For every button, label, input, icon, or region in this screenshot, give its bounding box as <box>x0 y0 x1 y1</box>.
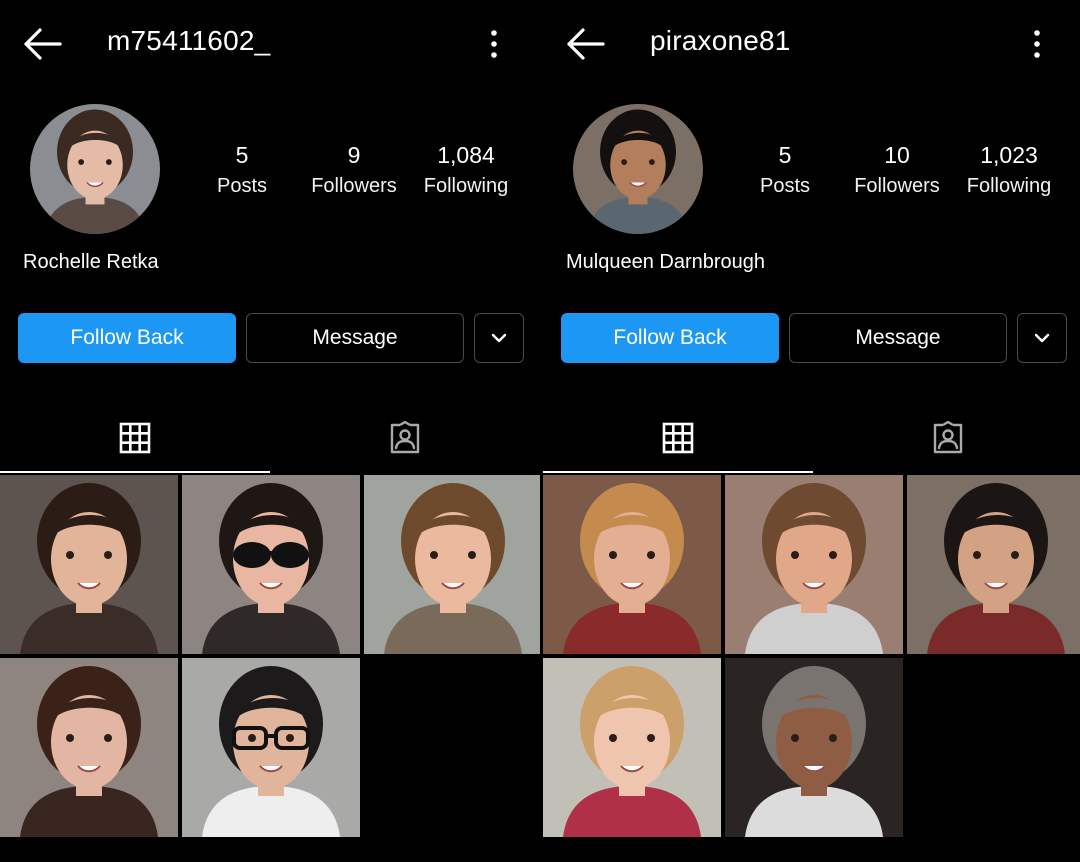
top-bar: m75411602_ <box>0 0 540 88</box>
post-thumbnail[interactable] <box>543 658 721 837</box>
profile-tabs <box>543 405 1080 473</box>
tagged-person-icon <box>933 421 963 454</box>
chevron-down-icon <box>1034 333 1050 343</box>
grid-icon <box>119 422 151 454</box>
suggested-dropdown-button[interactable] <box>1017 313 1067 363</box>
following-label: Following <box>966 175 1052 197</box>
post-thumbnail[interactable] <box>543 475 721 654</box>
post-thumbnail[interactable] <box>725 475 903 654</box>
profile-panel: m75411602_ 5 Posts 9 Followers 1,084 Fol… <box>0 0 540 862</box>
posts-count: 5 <box>235 142 249 168</box>
following-label: Following <box>423 175 509 197</box>
followers-label: Followers <box>854 175 940 197</box>
more-options-icon[interactable] <box>1023 28 1051 60</box>
tab-posts-grid[interactable] <box>543 405 813 471</box>
suggested-dropdown-button[interactable] <box>474 313 524 363</box>
followers-stat[interactable]: 10 Followers <box>842 141 952 203</box>
more-options-icon[interactable] <box>480 28 508 60</box>
posts-stat[interactable]: 5 Posts <box>730 141 840 203</box>
post-thumbnail[interactable] <box>0 658 178 837</box>
active-tab-indicator <box>0 471 270 473</box>
following-stat[interactable]: 1,084 Following <box>411 141 521 203</box>
post-thumbnail[interactable] <box>182 475 360 654</box>
tab-posts-grid[interactable] <box>0 405 270 471</box>
back-arrow-icon[interactable] <box>565 26 605 62</box>
posts-label: Posts <box>759 175 811 197</box>
active-tab-indicator <box>543 471 813 473</box>
username-title: m75411602_ <box>107 25 271 56</box>
followers-label: Followers <box>311 175 397 197</box>
followers-count: 10 <box>884 142 910 168</box>
app-screen: m75411602_ 5 Posts 9 Followers 1,084 Fol… <box>0 0 1080 862</box>
back-arrow-icon[interactable] <box>22 26 62 62</box>
following-count: 1,023 <box>980 142 1038 168</box>
profile-avatar[interactable] <box>573 104 703 234</box>
tab-tagged[interactable] <box>270 405 540 471</box>
posts-count: 5 <box>778 142 792 168</box>
username-title: piraxone81 <box>650 25 791 56</box>
post-thumbnail[interactable] <box>0 475 178 654</box>
message-button[interactable]: Message <box>789 313 1007 363</box>
display-name: Mulqueen Darnbrough <box>566 251 766 273</box>
top-bar: piraxone81 <box>543 0 1080 88</box>
posts-stat[interactable]: 5 Posts <box>187 141 297 203</box>
profile-panel: piraxone81 5 Posts 10 Followers 1,023 Fo… <box>543 0 1080 862</box>
post-thumbnail[interactable] <box>725 658 903 837</box>
post-thumbnail[interactable] <box>182 658 360 837</box>
post-thumbnail[interactable] <box>907 475 1080 654</box>
tagged-person-icon <box>390 421 420 454</box>
followers-count: 9 <box>347 142 361 168</box>
following-stat[interactable]: 1,023 Following <box>954 141 1064 203</box>
grid-icon <box>662 422 694 454</box>
follow-back-button[interactable]: Follow Back <box>561 313 779 363</box>
profile-avatar[interactable] <box>30 104 160 234</box>
message-button[interactable]: Message <box>246 313 464 363</box>
post-thumbnail[interactable] <box>364 475 540 654</box>
profile-tabs <box>0 405 540 473</box>
display-name: Rochelle Retka <box>23 251 159 273</box>
follow-back-button[interactable]: Follow Back <box>18 313 236 363</box>
posts-label: Posts <box>216 175 268 197</box>
tab-tagged[interactable] <box>813 405 1080 471</box>
following-count: 1,084 <box>437 142 495 168</box>
followers-stat[interactable]: 9 Followers <box>299 141 409 203</box>
chevron-down-icon <box>491 333 507 343</box>
